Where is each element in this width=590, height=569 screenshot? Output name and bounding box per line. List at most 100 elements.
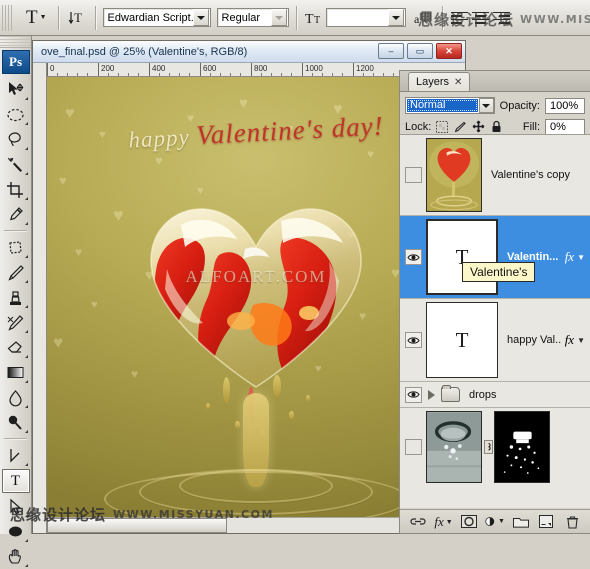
font-style-select[interactable]: Regular (216, 8, 289, 27)
lasso-tool[interactable] (0, 127, 30, 152)
options-bar-grip[interactable] (2, 4, 12, 31)
layer-visibility-toggle[interactable] (400, 167, 426, 183)
table-row[interactable]: T happy Val... fx ▼ (400, 299, 590, 382)
maximize-button[interactable]: ▭ (407, 43, 433, 59)
text-orientation-icon[interactable]: T (66, 6, 88, 30)
divider (295, 5, 297, 30)
chevron-down-icon: ▼ (39, 13, 47, 21)
table-row[interactable]: drops (400, 382, 590, 408)
lock-position-icon[interactable] (472, 120, 485, 133)
elliptical-marquee-tool[interactable] (0, 102, 30, 127)
chevron-down-icon[interactable]: ▼ (577, 253, 590, 262)
close-button[interactable]: ✕ (436, 43, 462, 59)
link-layers-icon[interactable] (408, 513, 428, 531)
eraser-tool[interactable] (0, 335, 30, 360)
add-layer-style-icon[interactable]: fx ▼ (434, 513, 454, 531)
document-title-bar[interactable]: ove_final.psd @ 25% (Valentine's, RGB/8)… (33, 41, 465, 63)
gradient-tool[interactable] (0, 360, 30, 385)
magic-wand-tool[interactable] (0, 152, 30, 177)
font-style-dropdown-button[interactable] (270, 9, 287, 26)
dodge-tool[interactable] (0, 410, 30, 435)
layer-thumbnail[interactable] (426, 411, 482, 483)
mask-link-icon[interactable] (482, 440, 494, 454)
layer-visibility-toggle[interactable] (400, 386, 426, 403)
clone-stamp-tool[interactable] (0, 285, 30, 310)
move-tool[interactable] (0, 77, 30, 102)
artwork-headline-plain: happy (127, 124, 198, 153)
align-center-icon[interactable] (471, 10, 490, 25)
crop-tool[interactable] (0, 177, 30, 202)
type-tool-icon[interactable]: T ▼ (22, 8, 51, 27)
toolbox-grip[interactable] (0, 36, 31, 48)
lock-transparent-pixels-icon[interactable] (436, 120, 449, 133)
layer-name-tooltip: Valentine's (462, 262, 536, 282)
new-layer-icon[interactable] (536, 513, 556, 531)
canvas-horizontal-scrollbar[interactable] (47, 517, 450, 533)
photoshop-window: T ▼ T Edwardian Script... Regular T T a … (0, 0, 590, 567)
add-layer-mask-icon[interactable] (459, 513, 479, 531)
drip (306, 395, 311, 401)
tab-layers[interactable]: Layers ✕ (408, 72, 471, 91)
brush-tool[interactable] (0, 260, 30, 285)
options-bar: T ▼ T Edwardian Script... Regular T T a (0, 0, 590, 36)
blend-mode-dropdown-button[interactable] (478, 98, 494, 113)
layer-effects-icon[interactable]: fx (562, 249, 577, 265)
layer-thumbnail[interactable]: T (426, 219, 498, 295)
layer-visibility-toggle[interactable] (400, 249, 426, 265)
history-brush-tool[interactable] (0, 310, 30, 335)
blur-tool[interactable] (0, 385, 30, 410)
divider (57, 5, 59, 30)
svg-text:T: T (314, 15, 320, 26)
artwork-headline-script: Valentine's day! (195, 110, 385, 151)
layer-thumbnail[interactable] (426, 138, 482, 212)
layers-panel-footer: fx ▼ ▼ (400, 509, 590, 533)
lock-image-pixels-icon[interactable] (454, 121, 467, 133)
eyedropper-tool[interactable] (0, 202, 30, 227)
divider (4, 230, 27, 232)
folder-icon (441, 385, 460, 402)
font-family-dropdown-button[interactable] (192, 9, 209, 26)
ellipse-shape-tool[interactable] (0, 519, 30, 544)
group-expand-icon[interactable] (428, 389, 435, 400)
close-icon[interactable]: ✕ (454, 77, 462, 88)
chevron-down-icon[interactable]: ▼ (577, 336, 590, 345)
drip (205, 403, 210, 409)
opacity-input[interactable]: 100% (545, 97, 585, 114)
eye-icon-off (404, 167, 422, 183)
scrollbar-thumb[interactable] (47, 518, 227, 533)
font-family-select[interactable]: Edwardian Script... (102, 8, 211, 27)
layer-mask-thumbnail[interactable] (494, 411, 550, 483)
layer-visibility-toggle[interactable] (400, 332, 426, 348)
fill-input[interactable]: 0% (545, 118, 585, 135)
blend-mode-select[interactable]: Normal (405, 97, 495, 114)
pen-tool[interactable] (0, 443, 30, 468)
layer-visibility-toggle[interactable] (400, 439, 426, 455)
font-size-select[interactable] (325, 8, 406, 27)
new-group-icon[interactable] (511, 513, 531, 531)
table-row[interactable]: T Valentin... fx ▼ Valentine's (400, 216, 590, 299)
lock-all-icon[interactable] (491, 120, 502, 133)
layer-effects-icon[interactable]: fx (562, 332, 577, 348)
layer-name: happy Val... (507, 334, 562, 346)
layer-list[interactable]: Valentine's copy T Valentin... fx ▼ Vale… (400, 134, 590, 508)
table-row[interactable]: Valentine's copy (400, 135, 590, 216)
align-right-icon[interactable] (492, 10, 511, 25)
eye-icon-on (404, 249, 422, 265)
font-size-dropdown-button[interactable] (387, 9, 404, 26)
fill-label: Fill: (522, 120, 540, 133)
path-selection-tool[interactable] (0, 494, 30, 519)
type-tool[interactable]: T (1, 469, 30, 493)
hand-tool[interactable] (0, 544, 30, 569)
align-left-icon[interactable] (450, 10, 469, 25)
ruler-tick: 600 (200, 63, 216, 76)
delete-layer-icon[interactable] (562, 513, 582, 531)
new-adjustment-layer-icon[interactable]: ▼ (485, 513, 505, 531)
layer-name: drops (469, 388, 497, 401)
minimize-button[interactable]: – (378, 43, 404, 59)
anti-alias-icon[interactable]: a (413, 6, 435, 30)
layer-thumbnail[interactable]: T (426, 302, 498, 378)
table-row[interactable] (400, 408, 590, 486)
drip (235, 421, 241, 428)
patch-tool[interactable] (0, 235, 30, 260)
vertical-ruler[interactable] (33, 63, 47, 533)
